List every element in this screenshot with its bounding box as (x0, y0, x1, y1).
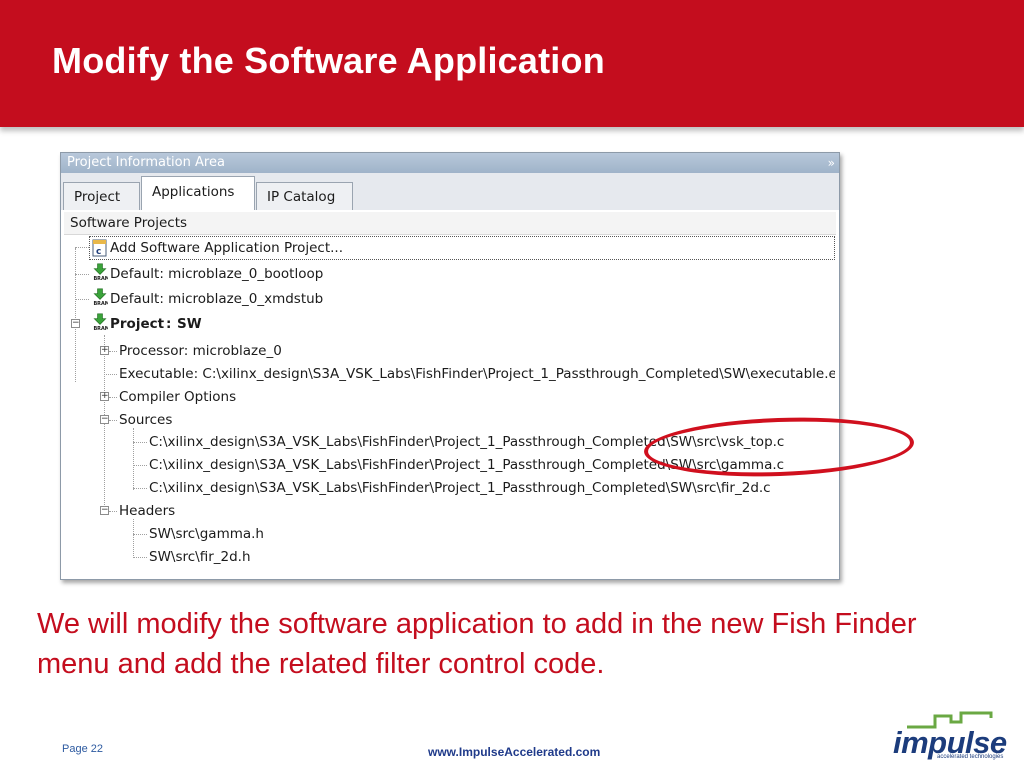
panel-title: Project Information Area (67, 155, 225, 170)
tree-item-label: Default: microblaze_0_bootloop (110, 266, 324, 282)
expand-compiler-options-icon[interactable]: + (100, 392, 109, 401)
tree-connector (133, 465, 147, 466)
tab-project[interactable]: Project (63, 182, 140, 211)
software-projects-tree: Software Projects c Add Software Applica… (61, 210, 839, 579)
collapse-chevron-icon[interactable]: » (828, 153, 835, 173)
tree-connector (109, 511, 117, 512)
tree-connector (133, 534, 147, 535)
collapse-headers-icon[interactable]: − (100, 506, 109, 515)
project-name: SW (177, 316, 202, 332)
footer-url[interactable]: www.ImpulseAccelerated.com (428, 745, 600, 759)
svg-text:BRAM: BRAM (93, 301, 108, 306)
add-software-application-project[interactable]: c Add Software Application Project... (89, 236, 835, 260)
tab-bar: Project Applications IP Catalog (61, 173, 839, 211)
slide-body-text: We will modify the software application … (37, 608, 917, 680)
project-colon: : (166, 316, 172, 332)
tree-connector (133, 488, 147, 489)
tree-connector (133, 557, 147, 558)
collapse-sources-icon[interactable]: − (100, 415, 109, 424)
source-file-fir-2d[interactable]: C:\xilinx_design\S3A_VSK_Labs\FishFinder… (149, 477, 771, 499)
tree-connector (104, 335, 105, 515)
tree-connector (133, 442, 147, 443)
tree-item-sources[interactable]: Sources (119, 409, 172, 431)
c-file-icon: c (92, 239, 107, 257)
tree-header: Software Projects (64, 212, 836, 235)
tree-connector (75, 299, 89, 300)
slide-title: Modify the Software Application (52, 40, 605, 81)
header-file-gamma[interactable]: SW\src\gamma.h (149, 523, 264, 545)
svg-text:c: c (96, 247, 101, 257)
bram-download-icon: BRAM (93, 288, 108, 306)
tree-item-executable[interactable]: Executable: C:\xilinx_design\S3A_VSK_Lab… (119, 363, 835, 385)
expand-processor-icon[interactable]: + (100, 346, 109, 355)
svg-text:BRAM: BRAM (93, 276, 108, 281)
tab-ip-catalog[interactable]: IP Catalog (256, 182, 353, 211)
panel-titlebar: Project Information Area » (61, 153, 839, 173)
tree-connector (75, 248, 76, 382)
tree-connector (75, 247, 89, 248)
tree-item-compiler-options[interactable]: Compiler Options (119, 386, 236, 408)
tree-connector (109, 351, 117, 352)
project-label: Project (110, 316, 165, 332)
tree-item-headers[interactable]: Headers (119, 500, 175, 522)
page-number: Page 22 (62, 743, 103, 755)
tree-connector (75, 274, 89, 275)
svg-text:BRAM: BRAM (93, 326, 108, 331)
tree-connector (109, 397, 117, 398)
logo-tagline: accelerated technologies (937, 754, 1004, 760)
impulse-logo: impulse accelerated technologies (893, 711, 1007, 763)
tree-connector (133, 428, 134, 490)
tree-connector (109, 420, 117, 421)
collapse-project-icon[interactable]: − (71, 319, 80, 328)
title-banner: Modify the Software Application (0, 0, 1024, 127)
tab-applications[interactable]: Applications (141, 176, 255, 211)
bram-download-icon: BRAM (93, 263, 108, 281)
project-information-area: Project Information Area » Project Appli… (60, 152, 840, 580)
header-file-fir-2d[interactable]: SW\src\fir_2d.h (149, 546, 251, 568)
tree-item-processor[interactable]: Processor: microblaze_0 (119, 340, 282, 362)
tree-item-label: Default: microblaze_0_xmdstub (110, 291, 324, 307)
tree-connector (104, 374, 117, 375)
bram-download-icon: BRAM (93, 313, 108, 331)
tree-connector (133, 519, 134, 558)
tree-item-label: Add Software Application Project... (110, 240, 344, 256)
